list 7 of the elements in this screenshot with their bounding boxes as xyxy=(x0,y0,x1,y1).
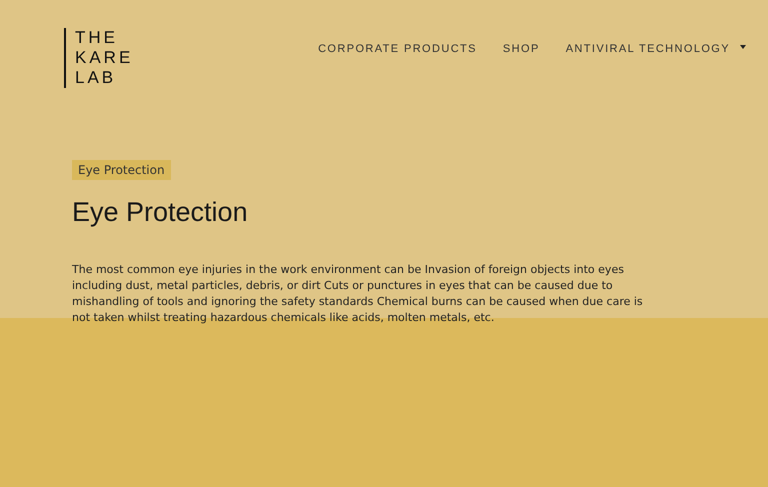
nav-link[interactable]: SHOP xyxy=(502,43,540,55)
page-heading: Eye Protection xyxy=(72,197,248,228)
category-tag: Eye Protection xyxy=(72,160,171,180)
logo[interactable]: THE KARE LAB xyxy=(64,28,134,88)
nav-link[interactable]: ANTIVIRAL TECHNOLOGY xyxy=(566,43,746,55)
nav-link[interactable]: CORPORATE PRODUCTS xyxy=(318,43,477,55)
body-paragraph: The most common eye injuries in the work environment can be Invasion of foreign objects into eyes including dust, metal particles, debris, or dirt Cuts or punctures in eyes that can be caused due to mishandling of tools and ignoring the safety standards Chemical burns can be caused when due care is not taken whilst treating hazardous chemicals like acids, molten metals, etc. xyxy=(72,262,644,326)
